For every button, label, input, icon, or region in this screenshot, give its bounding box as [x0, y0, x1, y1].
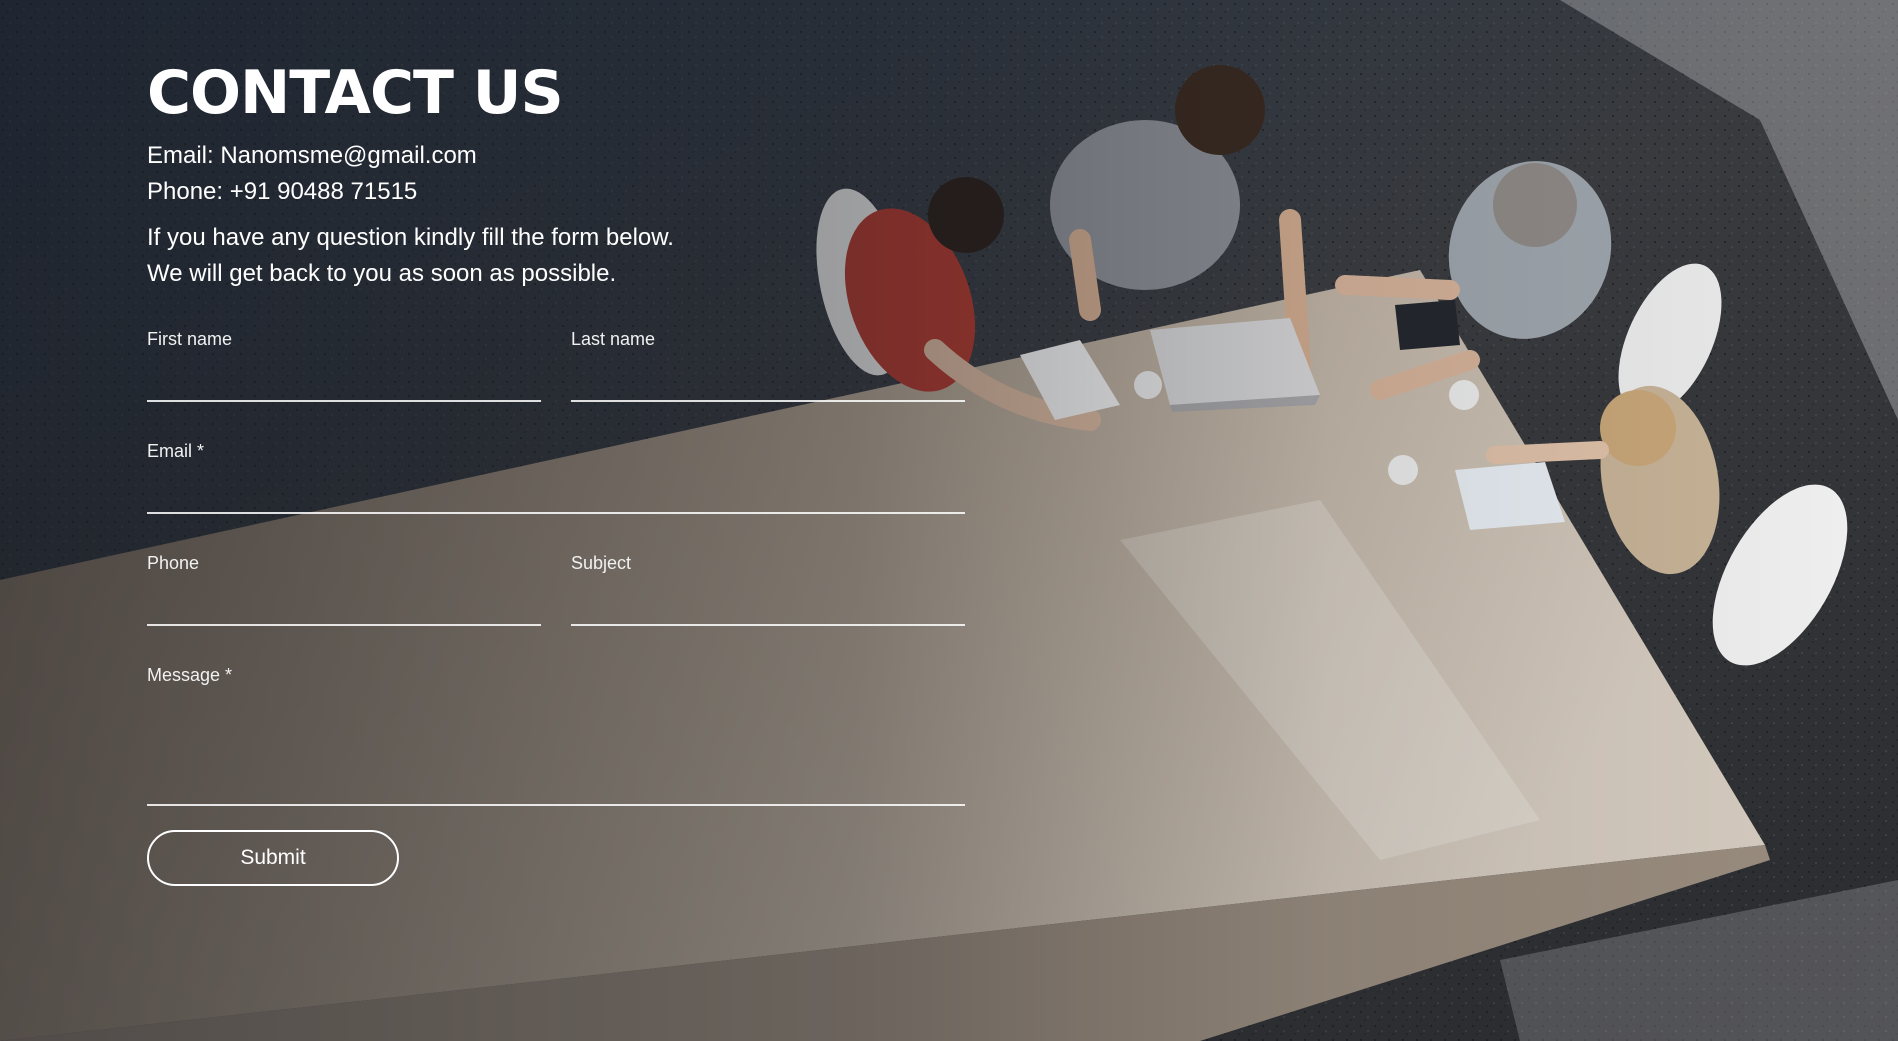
phone-field: Phone	[147, 552, 541, 626]
subject-field: Subject	[571, 552, 965, 626]
message-label: Message *	[147, 665, 233, 685]
email-input[interactable]	[147, 462, 965, 514]
message-field: Message *	[147, 664, 965, 806]
email-row: Email *	[147, 440, 965, 514]
contact-form: First name Last name Email * Phone Subje…	[147, 328, 965, 886]
email-line: Email: Nanomsme@gmail.com	[147, 142, 477, 169]
subject-label: Subject	[571, 553, 632, 573]
last-name-input[interactable]	[571, 350, 965, 402]
name-row: First name Last name	[147, 328, 965, 402]
last-name-label: Last name	[571, 329, 656, 349]
phone-label: Phone	[147, 553, 200, 573]
message-input[interactable]	[147, 686, 965, 806]
message-row: Message *	[147, 664, 965, 806]
contact-info: Email: Nanomsme@gmail.com Phone: +91 904…	[147, 138, 965, 210]
intro-line-1: If you have any question kindly fill the…	[147, 224, 674, 251]
submit-button[interactable]: Submit	[147, 830, 399, 886]
last-name-field: Last name	[571, 328, 965, 402]
phone-subject-row: Phone Subject	[147, 552, 965, 626]
phone-line: Phone: +91 90488 71515	[147, 178, 418, 205]
contact-section: CONTACT US Email: Nanomsme@gmail.com Pho…	[147, 58, 965, 886]
page-title: CONTACT US	[147, 58, 564, 128]
email-label: Email *	[147, 441, 205, 461]
email-field: Email *	[147, 440, 965, 514]
intro-text: If you have any question kindly fill the…	[147, 220, 965, 292]
first-name-input[interactable]	[147, 350, 541, 402]
first-name-field: First name	[147, 328, 541, 402]
subject-input[interactable]	[571, 574, 965, 626]
first-name-label: First name	[147, 329, 233, 349]
intro-line-2: We will get back to you as soon as possi…	[147, 260, 617, 287]
phone-input[interactable]	[147, 574, 541, 626]
contact-page: CONTACT US Email: Nanomsme@gmail.com Pho…	[0, 0, 1898, 1041]
